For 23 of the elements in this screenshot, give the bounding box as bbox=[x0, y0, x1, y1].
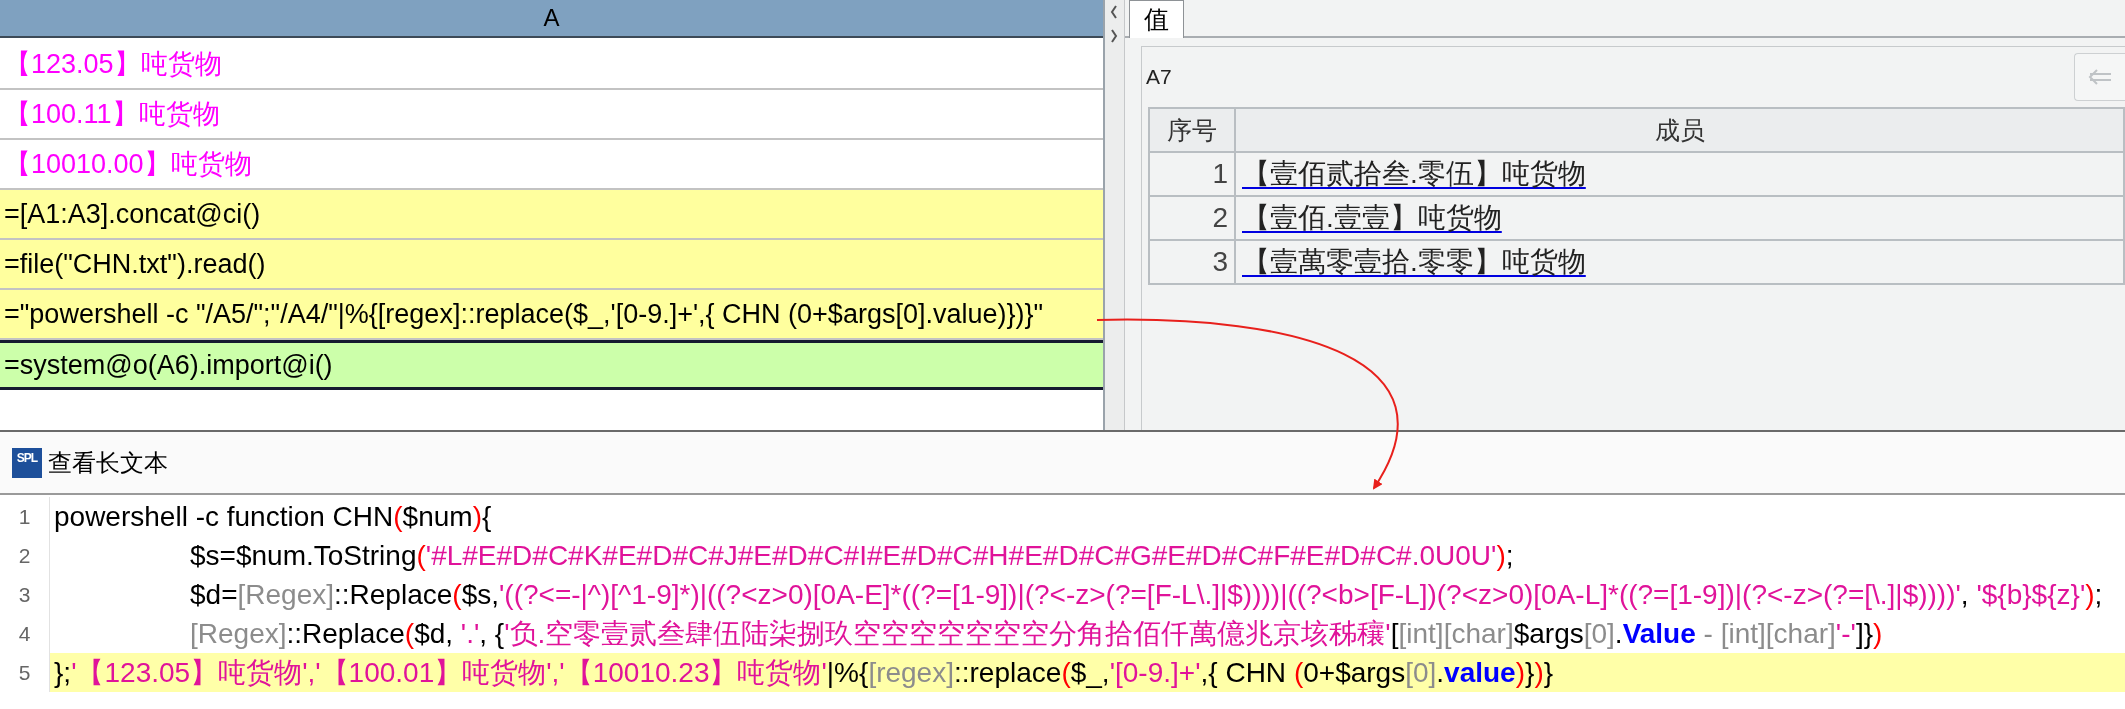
row-number: 3 bbox=[1149, 240, 1235, 284]
row-number: 1 bbox=[1149, 152, 1235, 196]
sheet-cell[interactable]: ="powershell -c "/A5/";"/A4/"|%{[regex]::replace($_,'[0-9.]+',{ CHN (0+$args[0].value)})}" bbox=[0, 290, 1103, 340]
line-number: 1 bbox=[0, 497, 50, 536]
column-header[interactable]: 序号 bbox=[1149, 108, 1235, 152]
row-number: 2 bbox=[1149, 196, 1235, 240]
line-number: 3 bbox=[0, 575, 50, 614]
code-line: $s=$num.ToString('#L#E#D#C#K#E#D#C#J#E#D#C#I#E#D#C#H#E#D#C#G#E#D#C#F#E#D#C#.0U0U'); bbox=[189, 538, 1515, 573]
column-header[interactable]: A bbox=[0, 0, 1103, 38]
code-line: powershell -c function CHN($num){ bbox=[53, 499, 493, 534]
line-number: 4 bbox=[0, 614, 50, 653]
tab[interactable]: 值 bbox=[1129, 0, 1184, 38]
back-arrow-icon bbox=[2087, 68, 2113, 86]
sheet-cell[interactable]: =[A1:A3].concat@ci() bbox=[0, 190, 1103, 240]
app-logo: SPL bbox=[12, 447, 42, 478]
code-line: [Regex]::Replace($d, '.', {'负.空零壹贰叁肆伍陆柒捌玖空空空空空空空分角拾佰仟萬億兆京垓秭穰'[[int][char]$args[0].Value - [int][char]'-']}) bbox=[189, 616, 1884, 651]
panel-title: 查看长文本 bbox=[48, 447, 168, 478]
sheet-cell[interactable]: =file("CHN.txt").read() bbox=[0, 240, 1103, 290]
column-header[interactable]: 成员 bbox=[1235, 108, 2124, 152]
cell-reference: A7 bbox=[1146, 65, 1172, 89]
sheet-cell[interactable]: =system@o(A6).import@i() bbox=[0, 340, 1103, 390]
line-number: 2 bbox=[0, 536, 50, 575]
code-line: $d=[Regex]::Replace($s,'((?<=-|^)[^1-9]*)|((?<z>0)[0A-E]*((?=[1-9])|(?<-z>(?=[F-L\.]|$))))|((?<b>[F-L])(?<z>0)[0A-L]*((?=[1-9])|(?<-z>(?=[\.]|$))))', '${b}${z}'); bbox=[189, 577, 2104, 612]
